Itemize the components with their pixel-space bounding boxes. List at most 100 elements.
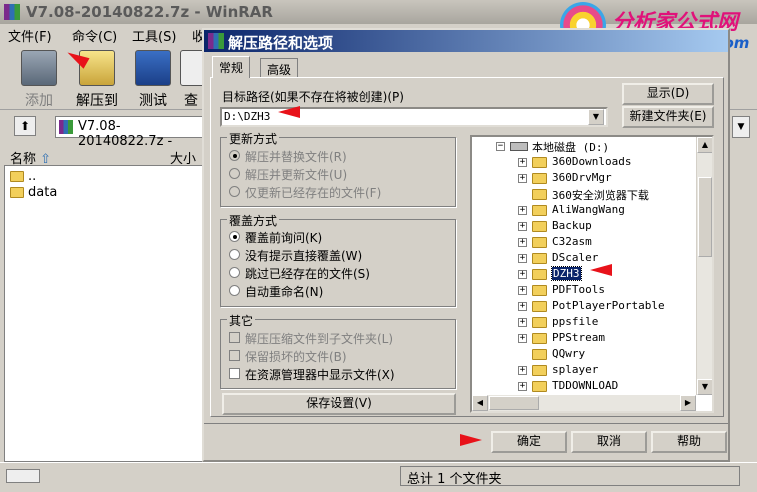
test-button-label: 测试	[139, 93, 167, 109]
fresh-existing-label: 仅更新已经存在的文件(F)	[245, 186, 382, 200]
up-arrow-icon: ⬆	[19, 119, 31, 133]
tree-root-drive[interactable]: − 本地磁盘 (D:)	[496, 139, 696, 155]
show-in-explorer-checkbox[interactable]: 在资源管理器中显示文件(X)	[229, 366, 395, 383]
destination-dropdown-button[interactable]: ▼	[588, 109, 604, 125]
expand-icon[interactable]: +	[518, 206, 527, 215]
tree-folder-item[interactable]: 360安全浏览器下载	[518, 187, 688, 203]
folder-icon	[532, 349, 547, 360]
keep-broken-files-checkbox[interactable]: 保留损坏的文件(B)	[229, 348, 347, 365]
menu-commands[interactable]: 命令(C)	[72, 26, 117, 45]
tree-folder-label: ppsfile	[552, 315, 599, 328]
overwrite-without-prompt-radio[interactable]: 没有提示直接覆盖(W)	[229, 247, 362, 264]
tree-folder-item[interactable]: + splayer	[518, 363, 688, 379]
expand-icon[interactable]: +	[518, 318, 527, 327]
scroll-up-icon[interactable]: ▲	[697, 137, 712, 153]
view-button[interactable]: 查	[180, 48, 202, 108]
folder-icon	[532, 301, 547, 312]
tree-folder-item[interactable]: + PPStream	[518, 331, 688, 347]
scroll-thumb[interactable]	[698, 177, 712, 257]
auto-rename-radio[interactable]: 自动重命名(N)	[229, 283, 323, 300]
expand-icon[interactable]: +	[518, 238, 527, 247]
expand-icon[interactable]: +	[518, 222, 527, 231]
extract-to-subfolders-checkbox[interactable]: 解压压缩文件到子文件夹(L)	[229, 330, 393, 347]
tree-folder-item[interactable]: + PotPlayerPortable	[518, 299, 688, 315]
extract-to-label: 解压到	[76, 93, 118, 109]
dialog-title-bar: 解压路径和选项	[204, 30, 728, 52]
show-button[interactable]: 显示(D)	[622, 83, 714, 105]
update-mode-title: 更新方式	[227, 130, 280, 147]
tree-folder-item[interactable]: +360DrvMgr	[518, 171, 688, 187]
file-row-data[interactable]: data	[10, 185, 57, 201]
radio-indicator	[229, 249, 240, 260]
menu-tools[interactable]: 工具(S)	[132, 26, 176, 45]
tree-folder-label: Backup	[552, 219, 592, 232]
update-files-label: 解压并更新文件(U)	[245, 168, 348, 182]
save-settings-button[interactable]: 保存设置(V)	[222, 393, 456, 415]
expand-icon[interactable]: +	[518, 254, 527, 263]
winrar-app-icon	[4, 4, 20, 20]
tree-folder-item[interactable]: QQwry	[518, 347, 688, 363]
fresh-existing-radio[interactable]: 仅更新已经存在的文件(F)	[229, 184, 381, 201]
expand-icon[interactable]: +	[518, 270, 527, 279]
scroll-down-icon[interactable]: ▼	[697, 379, 712, 395]
tree-folder-item[interactable]: + TDDOWNLOAD	[518, 379, 688, 395]
help-button[interactable]: 帮助	[651, 431, 727, 453]
collapse-icon: −	[496, 141, 505, 151]
tree-folder-item[interactable]: + Backup	[518, 219, 688, 235]
expand-icon[interactable]: +	[518, 334, 527, 343]
misc-title: 其它	[227, 312, 256, 329]
address-dropdown-button[interactable]: ▼	[732, 116, 750, 138]
column-name-header[interactable]: 名称 ⇧	[10, 148, 51, 167]
column-size-header[interactable]: 大小	[170, 148, 196, 167]
update-files-radio[interactable]: 解压并更新文件(U)	[229, 166, 347, 183]
radio-indicator	[229, 186, 240, 197]
scroll-right-icon[interactable]: ▶	[680, 395, 696, 411]
tree-vertical-scrollbar[interactable]: ▲ ▼	[696, 137, 712, 395]
tree-folder-item[interactable]: + PDFTools	[518, 283, 688, 299]
hscroll-thumb[interactable]	[489, 396, 539, 410]
tree-root-label: 本地磁盘 (D:)	[532, 141, 610, 154]
folder-icon	[532, 205, 547, 216]
ok-button[interactable]: 确定	[491, 431, 567, 453]
tree-folder-item[interactable]: + AliWangWang	[518, 203, 688, 219]
new-folder-button[interactable]: 新建文件夹(E)	[622, 106, 714, 128]
file-list-header: 名称 ⇧ 大小	[4, 146, 204, 167]
archive-path-field[interactable]: V7.08-20140822.7z -	[55, 116, 205, 149]
update-mode-group: 更新方式 解压并替换文件(R) 解压并更新文件(U) 仅更新已经存在的文件(F)	[220, 130, 456, 207]
ask-before-overwrite-radio[interactable]: 覆盖前询问(K)	[229, 229, 322, 246]
add-archive-icon	[21, 50, 57, 86]
replace-files-radio[interactable]: 解压并替换文件(R)	[229, 148, 347, 165]
expand-icon[interactable]: +	[518, 382, 527, 391]
folder-icon	[10, 171, 24, 182]
skip-existing-radio[interactable]: 跳过已经存在的文件(S)	[229, 265, 370, 282]
test-button[interactable]: 测试	[126, 48, 180, 109]
tab-advanced[interactable]: 高级	[260, 58, 299, 78]
expand-icon[interactable]: +	[518, 366, 527, 375]
tree-folder-item[interactable]: +360Downloads	[518, 155, 688, 171]
folder-icon	[532, 381, 547, 392]
destination-path-label: 目标路径(如果不存在将被创建)(P)	[222, 90, 404, 104]
radio-indicator	[229, 168, 240, 179]
expand-icon[interactable]: +	[518, 302, 527, 311]
tree-folder-item[interactable]: + ppsfile	[518, 315, 688, 331]
tree-folder-label: PotPlayerPortable	[552, 299, 665, 312]
add-button[interactable]: 添加	[12, 48, 66, 109]
tab-general[interactable]: 常规	[212, 56, 251, 78]
scroll-left-icon[interactable]: ◀	[472, 395, 488, 411]
expand-icon[interactable]: +	[518, 174, 527, 183]
menu-file[interactable]: 文件(F)	[8, 26, 52, 45]
up-folder-button[interactable]: ⬆	[14, 116, 36, 136]
skip-existing-label: 跳过已经存在的文件(S)	[245, 267, 370, 281]
annotation-arrow-path	[278, 106, 300, 118]
cancel-button[interactable]: 取消	[571, 431, 647, 453]
expand-icon[interactable]: +	[518, 158, 527, 167]
tree-folder-label: 360安全浏览器下载	[552, 189, 649, 202]
tree-folder-item[interactable]: + C32asm	[518, 235, 688, 251]
folder-icon	[532, 253, 547, 264]
file-name: data	[28, 185, 58, 200]
annotation-arrow-ok	[460, 434, 482, 446]
file-row-parent[interactable]: ..	[10, 169, 36, 185]
expand-icon[interactable]: +	[518, 286, 527, 295]
tree-folder-label: C32asm	[552, 235, 592, 248]
tree-horizontal-scrollbar[interactable]: ◀ ▶	[472, 395, 696, 411]
